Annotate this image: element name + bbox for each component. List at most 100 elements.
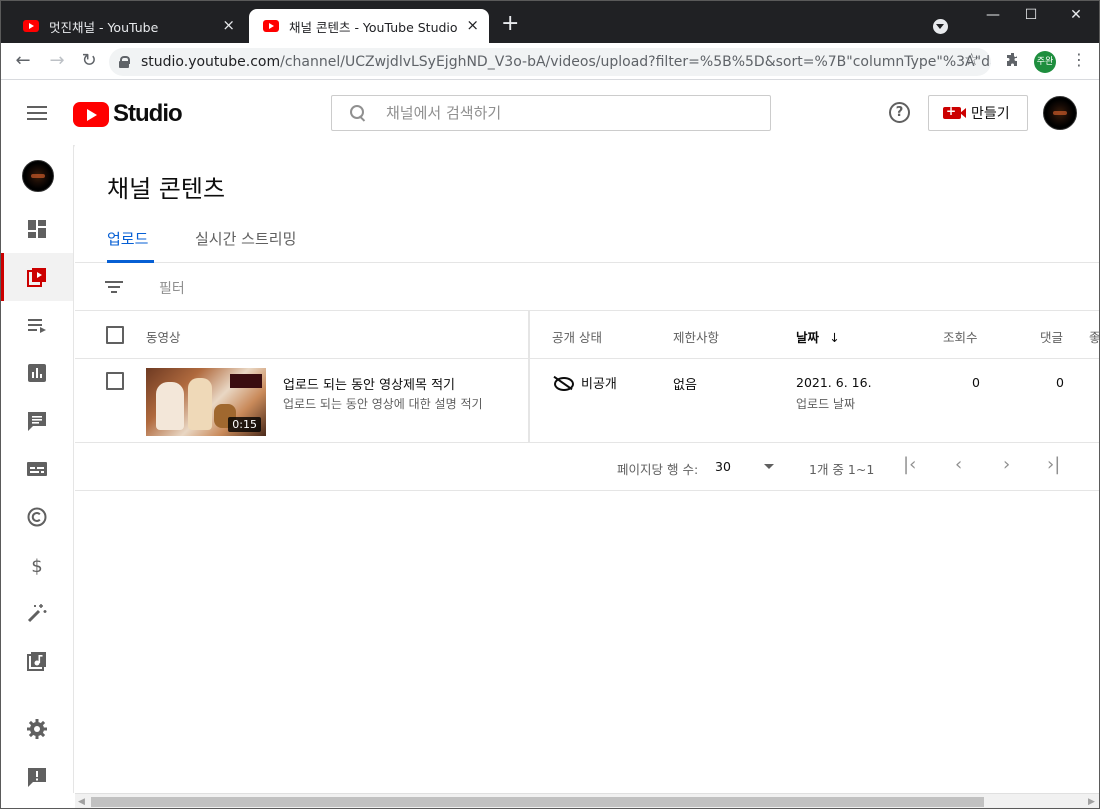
restrictions-value: 없음 (673, 378, 697, 393)
content-tabs: 업로드 실시간 스트리밍 (75, 223, 1099, 263)
back-arrow-icon[interactable]: ← (11, 49, 35, 73)
column-views[interactable]: 조회수 (943, 327, 978, 346)
help-icon[interactable]: ? (889, 102, 910, 123)
copyright-icon (27, 507, 47, 527)
close-window-button[interactable]: ✕ (1066, 7, 1086, 23)
comments-value: 0 (1056, 375, 1064, 390)
filter-bar[interactable]: 필터 (75, 263, 1099, 311)
youtube-favicon-icon (263, 20, 279, 32)
next-page-icon[interactable]: › (1003, 455, 1010, 475)
tab-strip: 멋진채널 - YouTube × 채널 콘텐츠 - YouTube Studio… (1, 1, 1099, 43)
scrollbar-thumb[interactable] (91, 797, 984, 807)
channel-avatar[interactable] (22, 160, 54, 192)
studio-header: Studio ? 만들기 (1, 80, 1099, 145)
content-icon (27, 268, 46, 287)
video-duration: 0:15 (228, 417, 261, 432)
comments-icon (28, 412, 46, 431)
column-divider (528, 311, 530, 443)
row-checkbox[interactable] (106, 372, 124, 390)
browser-tab-studio[interactable]: 채널 콘텐츠 - YouTube Studio × (249, 9, 489, 43)
visibility-value: 비공개 (581, 377, 617, 392)
hamburger-menu-icon[interactable] (27, 106, 47, 120)
close-tab-icon[interactable]: × (466, 17, 479, 33)
column-restrictions[interactable]: 제한사항 (673, 327, 719, 346)
table-row[interactable]: 0:15 업로드 되는 동안 영상제목 적기 업로드 되는 동안 영상에 대한 … (75, 359, 1099, 443)
column-date-label: 날짜 (796, 330, 820, 345)
create-button[interactable]: 만들기 (928, 95, 1028, 131)
eye-off-icon (553, 376, 574, 391)
feedback-icon (28, 768, 46, 787)
close-tab-icon[interactable]: × (222, 17, 235, 33)
subtitles-icon (27, 462, 47, 476)
minimize-button[interactable]: — (983, 7, 1003, 23)
create-video-icon (943, 104, 966, 119)
kebab-menu-icon[interactable]: ⋮ (1071, 52, 1087, 68)
column-comments[interactable]: 댓글 (1040, 327, 1063, 346)
youtube-logo-icon (73, 101, 109, 127)
filter-input[interactable]: 필터 (159, 278, 185, 298)
url-path: /channel/UCZwjdlvLSyEjghND_V3o-bA/videos… (280, 54, 991, 70)
sort-down-arrow-icon: ↓ (829, 330, 840, 345)
chevron-down-icon[interactable] (764, 464, 774, 469)
column-visibility[interactable]: 공개 상태 (552, 327, 602, 346)
star-icon[interactable]: ☆ (964, 50, 979, 70)
page-title: 채널 콘텐츠 (107, 175, 226, 203)
search-icon (350, 105, 366, 121)
account-avatar[interactable] (1043, 96, 1077, 130)
visibility-dropdown[interactable]: 비공개 (553, 373, 617, 392)
create-button-label: 만들기 (971, 106, 1010, 122)
gear-icon (27, 719, 47, 739)
audio-library-icon (27, 652, 46, 671)
sidebar-item-settings[interactable] (1, 705, 73, 753)
browser-tab-channel[interactable]: 멋진채널 - YouTube × (9, 9, 245, 43)
date-label: 업로드 날짜 (796, 397, 856, 411)
extensions-icon[interactable] (1005, 52, 1021, 68)
sidebar: $ (1, 145, 74, 793)
video-description: 업로드 되는 동안 영상에 대한 설명 적기 (283, 397, 483, 411)
rows-per-page-label: 페이지당 행 수: (617, 462, 699, 477)
sidebar-item-audio-library[interactable] (1, 637, 73, 685)
address-bar[interactable]: studio.youtube.com/channel/UCZwjdlvLSyEj… (109, 48, 991, 76)
search-box[interactable] (331, 95, 771, 131)
horizontal-scrollbar[interactable]: ◀ ▶ (75, 793, 1099, 808)
tab-uploads[interactable]: 업로드 (107, 228, 154, 263)
dashboard-icon (28, 220, 46, 238)
prev-page-icon[interactable]: ‹ (955, 455, 962, 475)
column-likes[interactable]: 좋 (1089, 327, 1099, 346)
filter-icon[interactable] (105, 281, 123, 293)
video-title[interactable]: 업로드 되는 동안 영상제목 적기 (283, 374, 455, 393)
first-page-icon[interactable]: |‹ (903, 455, 916, 475)
sidebar-item-content[interactable] (1, 253, 73, 301)
video-thumbnail[interactable]: 0:15 (146, 368, 266, 436)
sidebar-item-customization[interactable] (1, 589, 73, 637)
scroll-right-icon[interactable]: ▶ (1088, 797, 1095, 807)
last-page-icon[interactable]: ›| (1047, 455, 1060, 475)
tab-search-icon[interactable] (933, 19, 948, 34)
svg-text:$: $ (31, 556, 42, 576)
tab-live-streaming[interactable]: 실시간 스트리밍 (195, 228, 296, 263)
column-date[interactable]: 날짜 ↓ (796, 327, 840, 346)
sidebar-item-analytics[interactable] (1, 349, 73, 397)
table-header: 동영상 공개 상태 제한사항 날짜 ↓ 조회수 댓글 좋 (75, 311, 1099, 359)
browser-tab-title: 멋진채널 - YouTube (49, 19, 159, 35)
sidebar-item-copyright[interactable] (1, 493, 73, 541)
studio-logo[interactable]: Studio (73, 100, 183, 128)
sidebar-item-dashboard[interactable] (1, 205, 73, 253)
browser-tab-title: 채널 콘텐츠 - YouTube Studio (289, 19, 458, 35)
reload-icon[interactable]: ↻ (77, 49, 101, 73)
sidebar-item-subtitles[interactable] (1, 445, 73, 493)
lock-icon[interactable] (119, 56, 130, 68)
sidebar-item-playlists[interactable] (1, 301, 73, 349)
new-tab-button[interactable]: + (501, 13, 519, 35)
profile-avatar[interactable]: 주완 (1034, 51, 1056, 73)
sidebar-item-comments[interactable] (1, 397, 73, 445)
pagination: 페이지당 행 수: 30 1개 중 1~1 |‹ ‹ › ›| (75, 443, 1099, 491)
sidebar-item-monetization[interactable]: $ (1, 541, 73, 589)
scroll-left-icon[interactable]: ◀ (78, 797, 85, 807)
select-all-checkbox[interactable] (106, 326, 124, 344)
analytics-icon (28, 364, 46, 382)
rows-per-page-select[interactable]: 30 (715, 459, 731, 474)
forward-arrow-icon[interactable]: → (45, 49, 69, 73)
maximize-button[interactable]: ☐ (1021, 7, 1041, 23)
search-input[interactable] (386, 104, 746, 122)
